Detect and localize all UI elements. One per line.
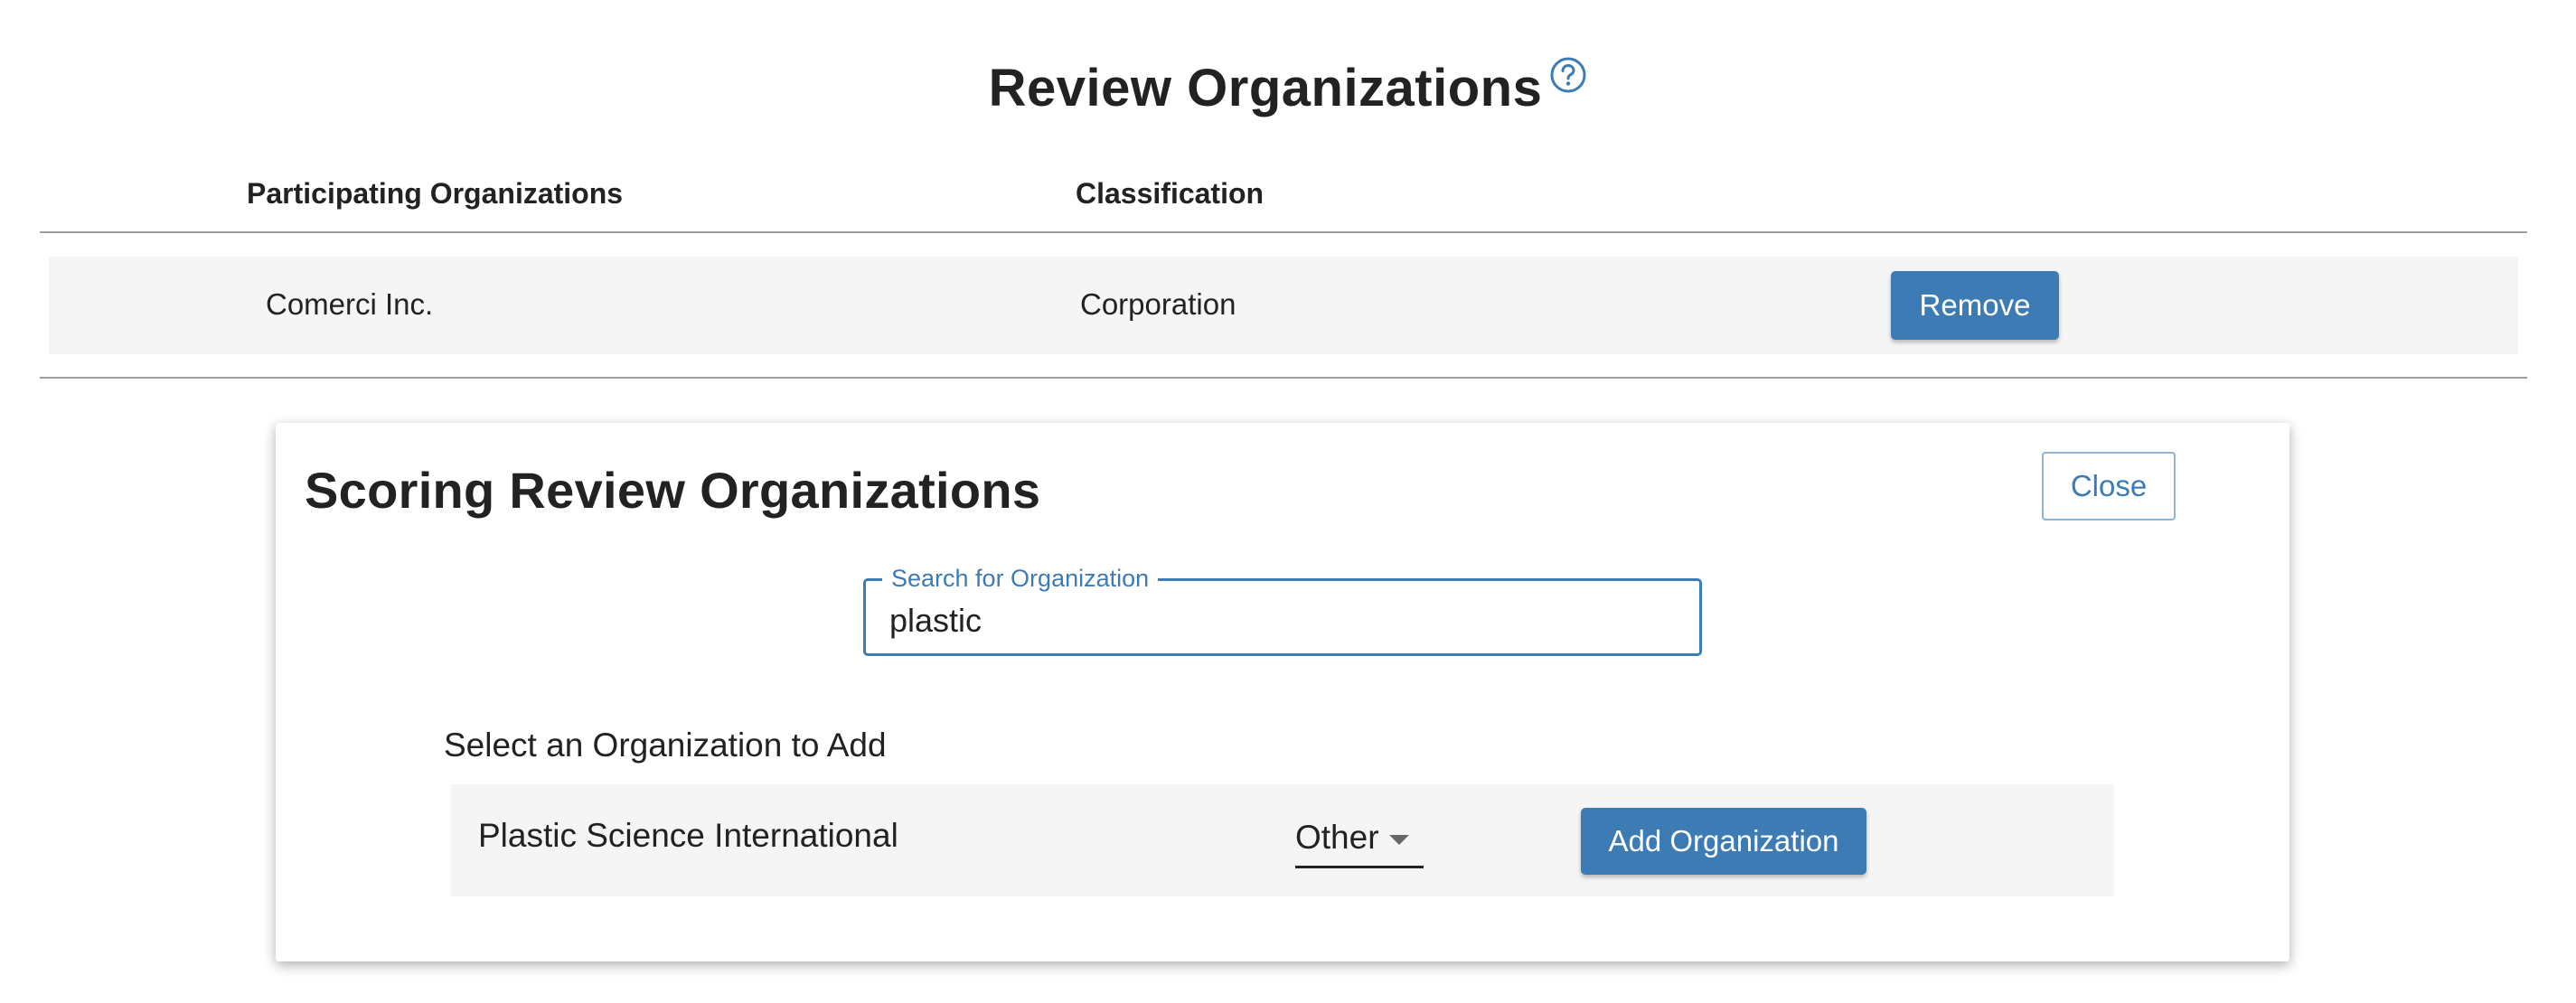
organization-classification: Corporation (1080, 287, 1236, 321)
search-input[interactable] (889, 601, 1667, 641)
list-item: Plastic Science International Other Add … (451, 784, 2114, 896)
question-circle-icon[interactable] (1549, 54, 1587, 93)
page-title: Review Organizations (988, 59, 1543, 117)
add-organization-button[interactable]: Add Organization (1581, 808, 1866, 875)
panel-title: Scoring Review Organizations (305, 462, 1041, 519)
scoring-review-panel: Scoring Review Organizations Close Searc… (276, 423, 2289, 961)
column-header-organizations: Participating Organizations (247, 177, 624, 210)
close-button[interactable]: Close (2042, 452, 2176, 520)
table-row: Comerci Inc. Corporation Remove (49, 257, 2518, 354)
table-header-divider (40, 231, 2527, 233)
column-header-classification: Classification (1076, 177, 1264, 210)
organization-name: Comerci Inc. (266, 287, 434, 321)
page: Review Organizations Participating Organ… (0, 0, 2576, 1003)
classification-select[interactable]: Other (1295, 815, 1424, 868)
search-label: Search for Organization (882, 563, 1159, 594)
title-row: Review Organizations (0, 52, 2576, 125)
remove-button[interactable]: Remove (1891, 271, 2059, 340)
search-field[interactable]: Search for Organization (863, 563, 1702, 656)
results-label: Select an Organization to Add (444, 726, 887, 764)
result-organization-name: Plastic Science International (478, 817, 898, 854)
classification-select-value: Other (1295, 819, 1379, 856)
table-footer-divider (40, 377, 2527, 379)
caret-down-icon (1389, 835, 1409, 845)
